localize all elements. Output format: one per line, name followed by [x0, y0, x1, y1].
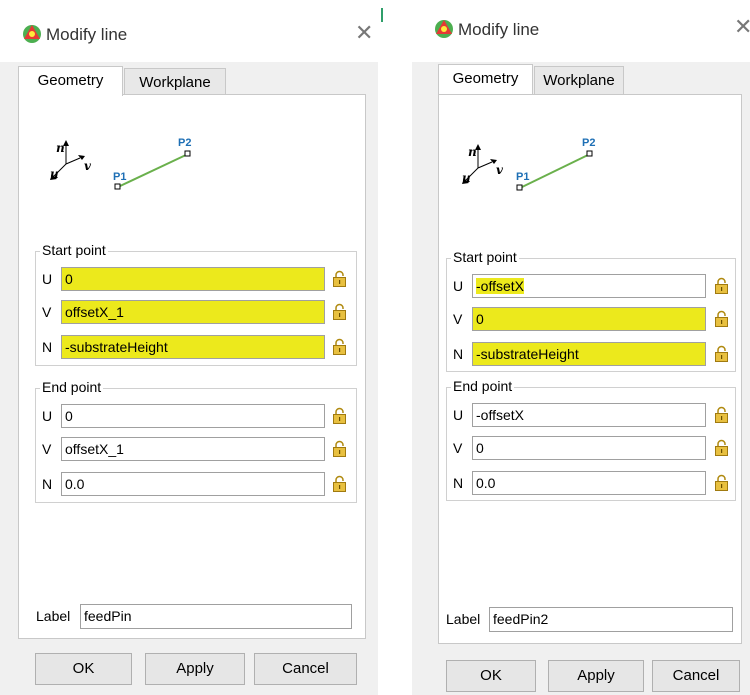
lock-icon[interactable]	[332, 475, 347, 492]
title-bar: Modify line ✕	[412, 0, 750, 62]
coordinate-axes-icon: n u v P1 P2	[462, 137, 595, 191]
axis-label: V	[42, 304, 52, 320]
ok-button[interactable]: OK	[35, 653, 132, 685]
cancel-button[interactable]: Cancel	[254, 653, 357, 685]
tab-workplane[interactable]: Workplane	[534, 66, 624, 94]
start-v-field[interactable]: offsetX_1	[61, 300, 325, 324]
end-v-field[interactable]: 0	[472, 436, 706, 460]
lock-icon[interactable]	[332, 407, 347, 424]
lock-icon[interactable]	[714, 439, 729, 456]
start-point-group: Start point U -offsetX V 0 N -substrateH…	[446, 249, 736, 372]
end-point-group: End point U -offsetX V 0 N 0.0	[446, 378, 736, 501]
start-n-field[interactable]: -substrateHeight	[61, 335, 325, 359]
lock-icon[interactable]	[332, 440, 347, 457]
end-point-group: End point U 0 V offsetX_1 N 0.0	[35, 379, 357, 503]
start-u-field[interactable]: -offsetX	[472, 274, 706, 298]
lock-icon[interactable]	[714, 345, 729, 362]
window-title: Modify line	[458, 20, 540, 39]
end-point-legend: End point	[451, 378, 515, 394]
lock-icon[interactable]	[714, 310, 729, 327]
axis-v-label: v	[496, 163, 504, 177]
start-v-field[interactable]: 0	[472, 307, 706, 331]
axis-n-label: n	[468, 145, 477, 159]
axis-u-label: u	[50, 167, 59, 181]
app-icon	[23, 25, 41, 43]
lock-icon[interactable]	[332, 270, 347, 287]
axis-label: V	[453, 440, 463, 456]
end-u-field[interactable]: 0	[61, 404, 325, 428]
end-v-field[interactable]: offsetX_1	[61, 437, 325, 461]
p1-label: P1	[516, 171, 529, 183]
p2-label: P2	[582, 137, 595, 149]
axis-u-label: u	[462, 171, 471, 185]
label-input[interactable]: feedPin2	[489, 607, 733, 632]
end-n-field[interactable]: 0.0	[61, 472, 325, 496]
apply-button[interactable]: Apply	[548, 660, 644, 692]
end-u-field[interactable]: -offsetX	[472, 403, 706, 427]
lock-icon[interactable]	[714, 474, 729, 491]
ok-button[interactable]: OK	[446, 660, 536, 692]
lock-icon[interactable]	[332, 338, 347, 355]
axis-label: V	[453, 311, 463, 327]
axis-label: U	[42, 408, 53, 424]
start-point-legend: Start point	[40, 242, 108, 258]
axis-v-label: v	[84, 159, 92, 173]
start-u-field[interactable]: 0	[61, 267, 325, 291]
cancel-button[interactable]: Cancel	[652, 660, 740, 692]
end-n-field[interactable]: 0.0	[472, 471, 706, 495]
separator-line	[381, 8, 383, 22]
modify-line-dialog-1: Modify line ✕ Geometry Workplane n u v P…	[0, 0, 378, 695]
lock-icon[interactable]	[714, 277, 729, 294]
lock-icon[interactable]	[332, 303, 347, 320]
start-n-field[interactable]: -substrateHeight	[472, 342, 706, 366]
label-input[interactable]: feedPin	[80, 604, 352, 629]
coordinate-axes-icon: n u v P1 P2	[50, 137, 191, 190]
p1-label: P1	[113, 171, 126, 183]
start-point-legend: Start point	[451, 249, 519, 265]
axis-label: N	[42, 339, 53, 355]
axis-label: U	[42, 271, 53, 287]
close-icon[interactable]: ✕	[734, 14, 750, 40]
axis-label: N	[42, 476, 53, 492]
label-caption: Label	[446, 611, 481, 627]
end-point-legend: End point	[40, 379, 104, 395]
tab-workplane[interactable]: Workplane	[124, 68, 226, 96]
window-title: Modify line	[46, 25, 128, 44]
title-bar: Modify line ✕	[0, 0, 378, 62]
lock-icon[interactable]	[714, 406, 729, 423]
apply-button[interactable]: Apply	[145, 653, 245, 685]
label-caption: Label	[36, 608, 71, 624]
axis-label: N	[453, 475, 464, 491]
start-point-group: Start point U 0 V offsetX_1 N -substrate…	[35, 242, 357, 366]
p2-label: P2	[178, 137, 191, 149]
tab-geometry[interactable]: Geometry	[438, 64, 533, 94]
modify-line-dialog-2: Modify line ✕ Geometry Workplane n u v P…	[412, 0, 750, 695]
start-u-value: -offsetX	[476, 278, 524, 294]
axis-label: U	[453, 407, 464, 423]
axis-label: N	[453, 346, 464, 362]
close-icon[interactable]: ✕	[355, 20, 373, 46]
axis-label: U	[453, 278, 464, 294]
axis-label: V	[42, 441, 52, 457]
tab-geometry[interactable]: Geometry	[18, 66, 123, 96]
app-icon	[435, 20, 453, 38]
axis-n-label: n	[56, 141, 65, 155]
